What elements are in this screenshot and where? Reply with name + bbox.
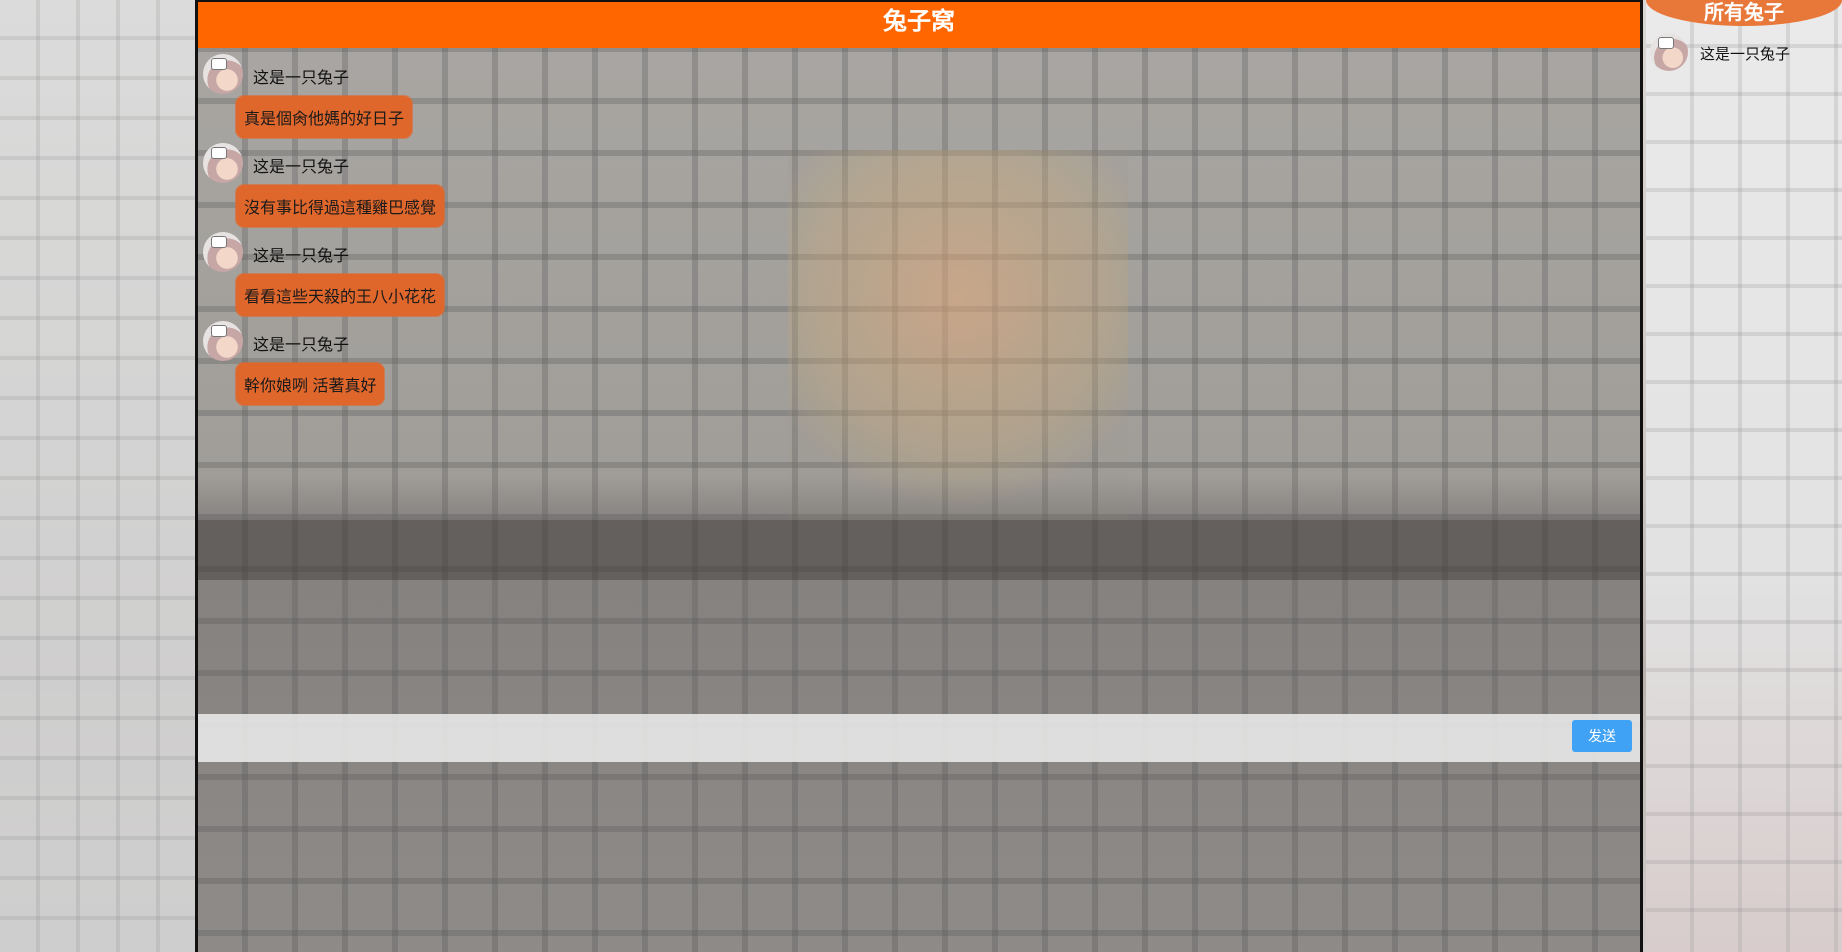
- message-bubble: 幹你娘咧 活著真好: [236, 363, 385, 405]
- message-input[interactable]: 发送: [198, 714, 1640, 762]
- background-floor: [198, 520, 1640, 580]
- message-username: 这是一只兔子: [253, 337, 350, 354]
- message-username: 这是一只兔子: [253, 70, 350, 87]
- avatar-icon: [203, 143, 243, 183]
- avatar-icon: [1650, 33, 1688, 71]
- message-item: 这是一只兔子 沒有事比得過這種雞巴感覺: [203, 143, 903, 232]
- message-item: 这是一只兔子 真是個肏他媽的好日子: [203, 54, 903, 143]
- background-left: [0, 0, 195, 952]
- avatar-icon: [203, 321, 243, 361]
- avatar-icon: [203, 232, 243, 272]
- message-bubble: 看看這些天殺的王八小花花: [236, 274, 445, 316]
- user-list-name: 这是一只兔子: [1700, 46, 1791, 63]
- message-username: 这是一只兔子: [253, 248, 350, 265]
- message-item: 这是一只兔子 看看這些天殺的王八小花花: [203, 232, 903, 321]
- message-item: 这是一只兔子 幹你娘咧 活著真好: [203, 321, 903, 410]
- message-bubble: 真是個肏他媽的好日子: [236, 96, 413, 138]
- user-list-title: 所有兔子: [1646, 0, 1842, 26]
- chat-window: 兔子窝 这是一只兔子 真是個肏他媽的好日子 这是一只兔子 沒有事比得過這種雞巴感…: [195, 0, 1643, 952]
- message-list: 这是一只兔子 真是個肏他媽的好日子 这是一只兔子 沒有事比得過這種雞巴感覺 这是…: [203, 54, 903, 410]
- send-button[interactable]: 发送: [1572, 720, 1632, 752]
- message-username: 这是一只兔子: [253, 159, 350, 176]
- avatar-icon: [203, 54, 243, 94]
- user-list-panel: 所有兔子 这是一只兔子: [1646, 0, 1842, 952]
- chat-title: 兔子窝: [198, 0, 1640, 48]
- message-bubble: 沒有事比得過這種雞巴感覺: [236, 185, 445, 227]
